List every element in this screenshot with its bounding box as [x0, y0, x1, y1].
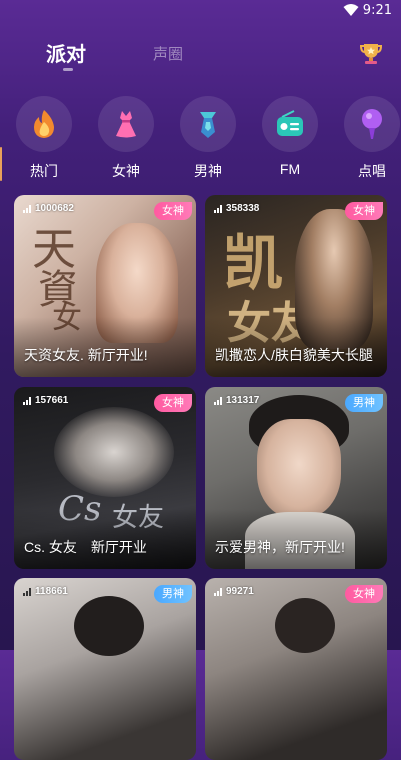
wifi-icon [343, 4, 359, 16]
room-tag-badge: 女神 [154, 394, 192, 412]
room-title: 凯撒恋人/肤白貌美大长腿 [215, 347, 373, 363]
room-tag-badge: 女神 [154, 202, 192, 220]
room-card[interactable]: 凯 女友 358338 女神 凯撒恋人/肤白貌美大长腿 [205, 195, 387, 377]
listener-count-value: 157661 [35, 395, 69, 406]
listener-count-value: 118661 [35, 586, 68, 597]
room-title: 示爱男神，新厅开业! [215, 539, 345, 555]
category-goddess[interactable]: 女神 [96, 96, 156, 181]
category-label: FM [279, 161, 301, 177]
room-cover [205, 578, 387, 760]
signal-bars-icon [214, 204, 223, 213]
tab-voice-circle[interactable]: 声圈 [153, 43, 183, 64]
tie-icon [200, 112, 216, 138]
category-label: 男神 [194, 163, 222, 179]
category-sing[interactable]: 点唱 [342, 96, 401, 181]
status-time: 9:21 [362, 3, 392, 18]
listener-count-value: 358338 [226, 203, 260, 214]
listener-count: 358338 [214, 203, 259, 214]
category-label: 热门 [30, 163, 58, 179]
listener-count-value: 131317 [226, 395, 260, 406]
room-tag-badge: 女神 [345, 585, 383, 603]
tab-indicator [63, 68, 73, 71]
room-cover [14, 578, 196, 760]
room-card[interactable]: 天 資 女 1000682 女神 天资女友. 新厅开业! [14, 195, 196, 377]
room-card[interactable]: 131317 男神 示爱男神，新厅开业! [205, 387, 387, 569]
category-fm[interactable]: FM [260, 96, 320, 177]
microphone-icon [362, 109, 382, 139]
room-card[interactable]: 118661 男神 [14, 578, 196, 760]
listener-count: 118661 [23, 586, 68, 597]
category-label: 女神 [112, 163, 140, 179]
signal-bars-icon [23, 396, 32, 405]
signal-bars-icon [214, 396, 223, 405]
dress-icon [116, 111, 136, 138]
listener-count: 1000682 [23, 203, 74, 214]
category-hot[interactable]: 热门 [14, 96, 74, 181]
listener-count-value: 1000682 [35, 203, 74, 214]
category-label: 点唱 [358, 163, 386, 179]
room-tag-badge: 男神 [345, 394, 383, 412]
listener-count: 157661 [23, 395, 68, 406]
listener-count-value: 99271 [226, 586, 254, 597]
flame-icon [34, 110, 54, 138]
room-card[interactable]: 99271 女神 [205, 578, 387, 760]
tab-party[interactable]: 派对 [46, 38, 86, 67]
signal-bars-icon [214, 587, 223, 596]
trophy-icon[interactable] [358, 40, 384, 66]
room-title: Cs. 女友 新厅开业 [24, 539, 147, 555]
room-tag-badge: 女神 [345, 202, 383, 220]
room-tag-badge: 男神 [154, 585, 192, 603]
listener-count: 131317 [214, 395, 259, 406]
room-title: 天资女友. 新厅开业! [24, 347, 148, 363]
category-god[interactable]: 男神 [178, 96, 238, 181]
radio-icon [277, 110, 303, 136]
room-card[interactable]: Cs 女友 157661 女神 Cs. 女友 新厅开业 [14, 387, 196, 569]
category-row: 热门 女神 男神 FM 点唱 [0, 96, 401, 186]
signal-bars-icon [23, 587, 32, 596]
listener-count: 99271 [214, 586, 254, 597]
status-bar: 9:21 [0, 0, 401, 20]
signal-bars-icon [23, 204, 32, 213]
